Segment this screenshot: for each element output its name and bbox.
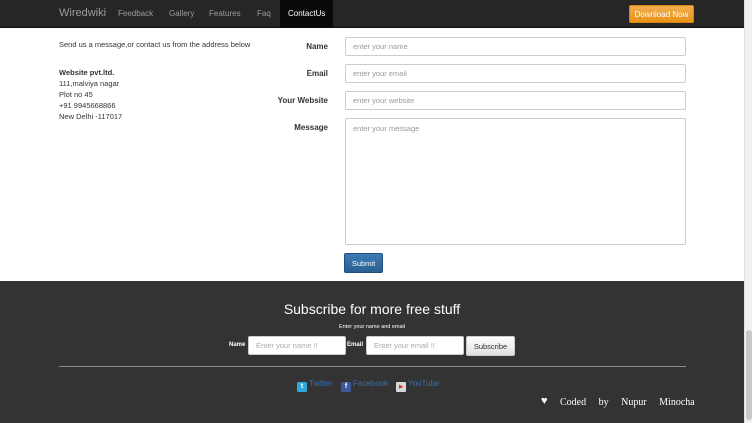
submit-button[interactable]: Submit: [344, 253, 383, 273]
credit-text: Coded by Nupur Minocha: [560, 397, 695, 408]
website-field[interactable]: [345, 91, 686, 110]
subscribe-email-label: Email: [347, 342, 364, 348]
subscribe-hint: Enter your name and email: [338, 324, 406, 330]
address-line: New Delhi -117017: [59, 112, 123, 121]
footer: Subscribe for more free stuff Enter your…: [0, 281, 744, 423]
email-field[interactable]: [345, 64, 686, 83]
name-field[interactable]: [345, 37, 686, 56]
subscribe-button[interactable]: Subscribe: [466, 336, 515, 356]
subscribe-name-label: Name: [229, 342, 246, 348]
message-textarea[interactable]: [345, 118, 686, 245]
twitter-icon: t: [297, 382, 307, 392]
twitter-label: Twitter: [309, 379, 333, 388]
page-scrollbar[interactable]: [744, 0, 752, 423]
name-label: Name: [306, 42, 328, 51]
email-label: Email: [306, 69, 328, 78]
subscribe-name-input[interactable]: [248, 336, 346, 355]
address-line: Plot no 45: [59, 90, 93, 99]
facebook-icon: f: [341, 382, 351, 392]
youtube-link[interactable]: ▶ YouTube: [396, 379, 440, 392]
nav-item-feedback[interactable]: Feedback: [118, 0, 153, 28]
nav-item-features[interactable]: Features: [209, 0, 241, 28]
nav-item-gallery[interactable]: Gallery: [169, 0, 194, 28]
footer-divider: [59, 366, 686, 367]
address-line: 111,malviya nagar: [59, 79, 120, 88]
download-now-button[interactable]: Download Now: [629, 5, 694, 23]
nav-item-contactus[interactable]: ContactUs: [280, 0, 334, 28]
nav-item-faq[interactable]: Faq: [257, 0, 271, 28]
website-label: Your Website: [277, 96, 328, 105]
top-navbar: Wiredwiki Feedback Gallery Features Faq …: [0, 0, 744, 28]
scrollbar-thumb[interactable]: [746, 330, 752, 420]
subscribe-title: Subscribe for more free stuff: [283, 301, 461, 317]
facebook-label: Facebook: [353, 379, 389, 388]
twitter-link[interactable]: t Twitter: [297, 379, 333, 392]
address-block: Website pvt.ltd. 111,malviya nagar Plot …: [59, 67, 122, 122]
brand-logo[interactable]: Wiredwiki: [59, 7, 106, 19]
youtube-icon: ▶: [396, 382, 406, 392]
message-label: Message: [294, 123, 328, 132]
company-name: Website pvt.ltd.: [59, 68, 115, 77]
phone-number: +91 9945668866: [59, 101, 116, 110]
youtube-label: YouTube: [408, 379, 440, 388]
subscribe-email-input[interactable]: [366, 336, 464, 355]
facebook-link[interactable]: f Facebook: [341, 379, 389, 392]
